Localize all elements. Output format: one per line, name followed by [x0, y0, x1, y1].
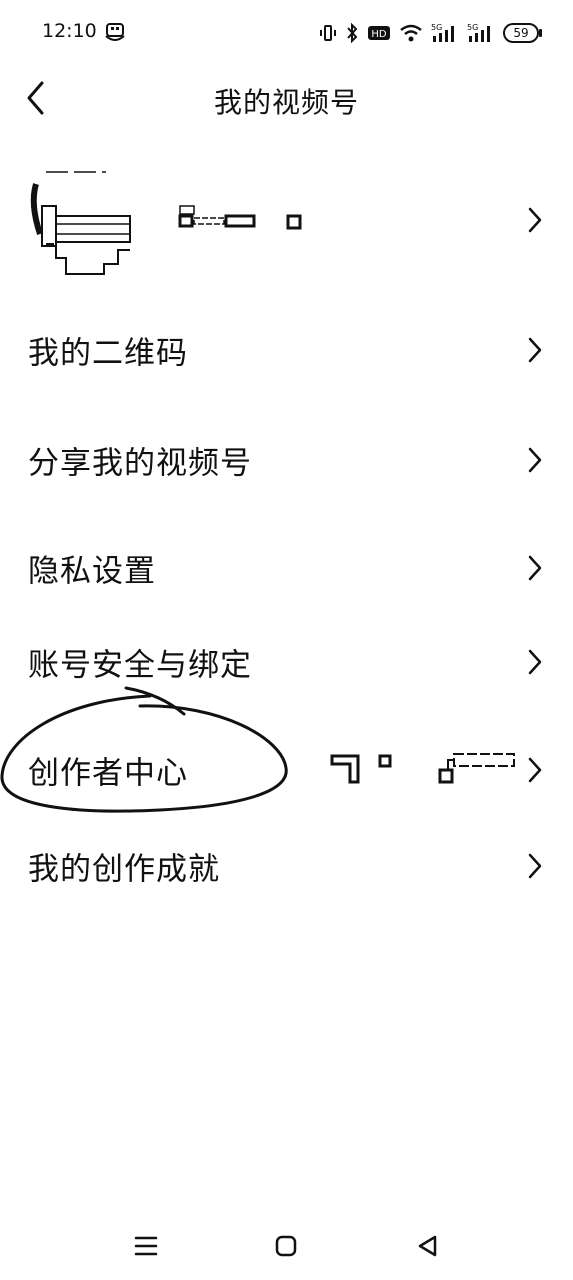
signal-label-1: 5G — [431, 23, 442, 32]
menu-item-creator-center[interactable]: 创作者中心 — [0, 730, 573, 810]
status-bar: 12:10 HD 5G 5G 59 — [0, 0, 573, 66]
vibrate-icon — [319, 24, 337, 42]
menu-item-qr-code[interactable]: 我的二维码 — [0, 310, 573, 390]
chevron-right-icon — [527, 554, 543, 582]
signal-5g-icon: 5G — [467, 22, 495, 44]
wifi-icon — [399, 23, 423, 43]
chevron-right-icon — [527, 206, 543, 234]
profile-name-redacted — [178, 202, 318, 232]
battery-icon: 59 — [503, 23, 542, 43]
menu-item-achievements[interactable]: 我的创作成就 — [0, 826, 573, 906]
signal-label-2: 5G — [467, 23, 478, 32]
menu-item-account-security[interactable]: 账号安全与绑定 — [0, 622, 573, 702]
status-time: 12:10 — [42, 20, 97, 42]
back-triangle-icon[interactable] — [410, 1228, 446, 1264]
status-icons: HD 5G 5G 59 — [319, 20, 542, 46]
menu-icon[interactable] — [128, 1228, 164, 1264]
creator-center-redacted-info — [328, 750, 528, 790]
chevron-right-icon — [527, 446, 543, 474]
hd-label: HD — [371, 29, 387, 40]
menu-item-label: 创作者中心 — [28, 755, 188, 792]
bluetooth-icon — [345, 23, 359, 43]
menu-item-label: 隐私设置 — [28, 553, 156, 590]
chevron-right-icon — [527, 756, 543, 784]
menu-item-label: 分享我的视频号 — [28, 445, 252, 482]
header-bar: 我的视频号 — [0, 66, 573, 130]
system-navigation-bar — [0, 1214, 573, 1274]
chevron-right-icon — [527, 336, 543, 364]
menu-item-label: 我的创作成就 — [28, 851, 220, 888]
profile-row[interactable] — [0, 160, 573, 280]
app-notification-icon — [104, 22, 126, 44]
hd-icon: HD — [367, 24, 391, 42]
chevron-right-icon — [527, 648, 543, 676]
home-icon[interactable] — [268, 1228, 304, 1264]
chevron-right-icon — [527, 852, 543, 880]
page-title: 我的视频号 — [213, 86, 359, 119]
menu-item-label: 我的二维码 — [28, 335, 188, 372]
menu-item-label: 账号安全与绑定 — [28, 647, 252, 684]
avatar — [26, 164, 138, 276]
menu-item-privacy[interactable]: 隐私设置 — [0, 528, 573, 608]
menu-item-share[interactable]: 分享我的视频号 — [0, 420, 573, 500]
signal-5g-icon: 5G — [431, 22, 459, 44]
